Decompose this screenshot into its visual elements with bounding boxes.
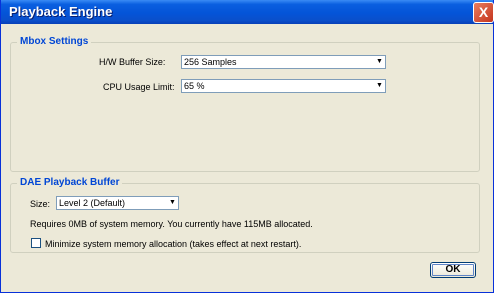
cpu-limit-select[interactable]: 65 % ▼: [181, 79, 386, 93]
minimize-memory-label[interactable]: Minimize system memory allocation (takes…: [45, 238, 301, 250]
playback-engine-dialog: Playback Engine X Mbox Settings H/W Buff…: [0, 0, 494, 293]
buffer-size-select[interactable]: 256 Samples ▼: [181, 55, 386, 69]
chevron-down-icon[interactable]: ▼: [166, 197, 178, 209]
minimize-memory-checkbox[interactable]: [31, 238, 41, 248]
dae-size-label: Size:: [30, 199, 51, 209]
window-title: Playback Engine: [9, 4, 113, 19]
dae-size-value: Level 2 (Default): [59, 198, 126, 208]
buffer-size-label: H/W Buffer Size:: [99, 57, 166, 67]
close-icon: X: [478, 4, 489, 20]
memory-requirement-text: Requires 0MB of system memory. You curre…: [30, 219, 313, 229]
chevron-down-icon[interactable]: ▼: [373, 56, 385, 68]
mbox-settings-title: Mbox Settings: [17, 35, 92, 49]
title-bar[interactable]: Playback Engine X: [1, 0, 494, 24]
chevron-down-icon[interactable]: ▼: [373, 80, 385, 92]
dae-playback-buffer-title: DAE Playback Buffer: [17, 176, 123, 190]
cpu-limit-label: CPU Usage Limit:: [103, 82, 175, 92]
close-button[interactable]: X: [473, 2, 494, 23]
ok-button[interactable]: OK: [430, 262, 476, 278]
dae-size-select[interactable]: Level 2 (Default) ▼: [56, 196, 179, 210]
buffer-size-value: 256 Samples: [184, 57, 237, 67]
cpu-limit-value: 65 %: [184, 81, 205, 91]
